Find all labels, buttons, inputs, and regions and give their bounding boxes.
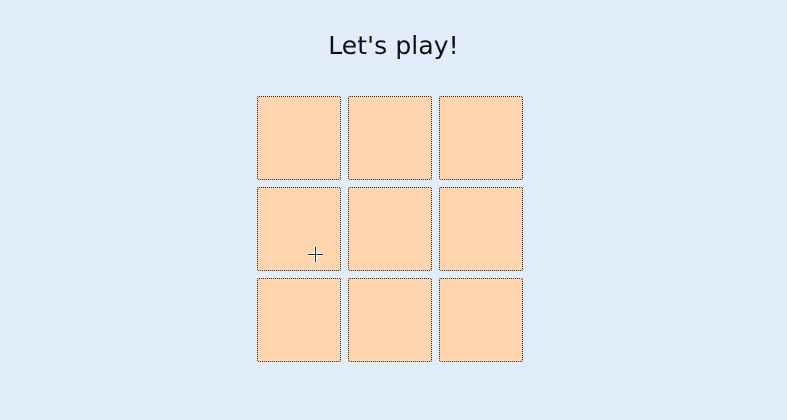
- game-board: [257, 96, 525, 364]
- board-cell-3[interactable]: [439, 96, 523, 180]
- board-cell-2[interactable]: [348, 96, 432, 180]
- board-cell-8[interactable]: [348, 278, 432, 362]
- board-cell-4[interactable]: [257, 187, 341, 271]
- board-cell-6[interactable]: [439, 187, 523, 271]
- board-cell-5[interactable]: [348, 187, 432, 271]
- board-cell-7[interactable]: [257, 278, 341, 362]
- board-cell-1[interactable]: [257, 96, 341, 180]
- board-cell-9[interactable]: [439, 278, 523, 362]
- game-title: Let's play!: [328, 31, 459, 60]
